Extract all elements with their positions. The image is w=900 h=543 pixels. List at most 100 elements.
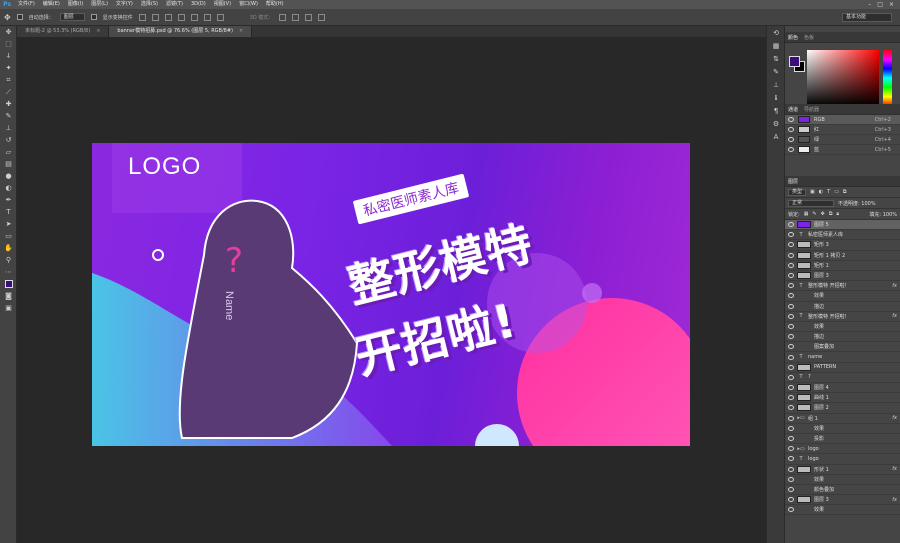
brush-tool-icon[interactable]: ✎ xyxy=(0,110,17,122)
paragraph-icon[interactable]: ¶ xyxy=(767,104,785,117)
layer-row[interactable]: 效果 xyxy=(785,505,900,516)
3d-slide-icon[interactable] xyxy=(305,13,313,21)
show-transform-checkbox[interactable] xyxy=(90,14,97,20)
menu-3d[interactable]: 3D(D) xyxy=(187,0,210,9)
distribute-icon[interactable] xyxy=(216,13,224,21)
eye-icon[interactable] xyxy=(788,334,794,340)
layer-row[interactable]: T 私密医师素人库 xyxy=(785,230,900,241)
eye-icon[interactable] xyxy=(788,222,794,228)
layer-row[interactable]: T? xyxy=(785,373,900,383)
align-center-icon[interactable] xyxy=(190,13,198,21)
menu-edit[interactable]: 编辑(E) xyxy=(39,0,64,9)
eye-icon[interactable] xyxy=(788,374,794,380)
eye-icon[interactable] xyxy=(788,364,794,370)
layer-row[interactable]: 效果 xyxy=(785,291,900,302)
layer-row[interactable]: 矩形 1 xyxy=(785,261,900,271)
menu-filter[interactable]: 滤镜(T) xyxy=(162,0,187,9)
layer-row[interactable]: 图层 4 xyxy=(785,383,900,394)
menu-window[interactable]: 窗口(W) xyxy=(235,0,262,9)
lock-artboard-icon[interactable]: ⧉ xyxy=(829,211,833,217)
eye-icon[interactable] xyxy=(788,273,794,279)
tab-untitled[interactable]: 未标题-2 @ 53.3% (RGB/8) × xyxy=(17,26,110,37)
eye-icon[interactable] xyxy=(788,486,794,492)
align-right-icon[interactable] xyxy=(203,13,211,21)
eye-icon[interactable] xyxy=(788,137,794,142)
eye-icon[interactable] xyxy=(788,303,794,309)
fx-icon[interactable]: fx xyxy=(892,415,897,421)
properties-icon[interactable]: ▦ xyxy=(767,39,785,52)
close-icon[interactable]: × xyxy=(239,28,243,34)
adjust-icon[interactable]: ⇅ xyxy=(767,52,785,65)
layer-row[interactable]: 投影 xyxy=(785,434,900,445)
clone-source-icon[interactable]: ⊥ xyxy=(767,78,785,91)
auto-select-checkbox[interactable] xyxy=(16,14,23,20)
layer-row[interactable]: 图层 3 fx xyxy=(785,495,900,506)
layer-row[interactable]: 效果 xyxy=(785,322,900,333)
eye-icon[interactable] xyxy=(788,507,794,513)
lock-all-icon[interactable]: 🔒︎ xyxy=(836,211,839,217)
dodge-tool-icon[interactable]: ◐ xyxy=(0,182,17,194)
layer-row[interactable]: Tname xyxy=(785,352,900,363)
tab-swatches[interactable]: 色板 xyxy=(804,34,814,41)
layer-row[interactable]: PATTERN xyxy=(785,363,900,373)
filter-pixel-icon[interactable]: ▣ xyxy=(810,189,815,195)
workspace-select[interactable]: 基本功能 xyxy=(842,12,892,22)
menu-image[interactable]: 图像(I) xyxy=(64,0,87,9)
folder-icon[interactable]: ▸▭ xyxy=(797,446,805,452)
zoom-tool-icon[interactable]: ⚲ xyxy=(0,254,17,266)
fx-icon[interactable]: fx xyxy=(892,497,897,503)
layer-row[interactable]: 矩形 1 拷贝 2 xyxy=(785,251,900,261)
3d-rotate-icon[interactable] xyxy=(279,13,287,21)
eye-icon[interactable] xyxy=(788,497,794,503)
layer-row[interactable]: 图层 2 xyxy=(785,403,900,414)
eye-icon[interactable] xyxy=(788,415,794,421)
channel-row[interactable]: 绿 Ctrl+4 xyxy=(785,135,900,145)
menu-file[interactable]: 文件(F) xyxy=(14,0,39,9)
fill-field[interactable]: 填充: 100% xyxy=(869,211,897,218)
eye-icon[interactable] xyxy=(788,405,794,411)
3d-scale-icon[interactable] xyxy=(318,13,326,21)
info-icon[interactable]: ℹ xyxy=(767,91,785,104)
channel-row[interactable]: 红 Ctrl+3 xyxy=(785,125,900,135)
menu-help[interactable]: 帮助(H) xyxy=(262,0,288,9)
layer-row[interactable]: 描边 xyxy=(785,332,900,343)
lock-pixels-icon[interactable]: ▦ xyxy=(804,211,809,217)
screen-mode-icon[interactable]: ▣ xyxy=(0,302,17,314)
hand-tool-icon[interactable]: ✋ xyxy=(0,242,17,254)
tab-banner[interactable]: banner模特招募.psd @ 76.6% (图层 5, RGB/8#) × xyxy=(109,26,253,37)
fx-icon[interactable]: fx xyxy=(892,283,897,289)
shape-tool-icon[interactable]: ▭ xyxy=(0,230,17,242)
eye-icon[interactable] xyxy=(788,466,794,472)
3d-pan-icon[interactable] xyxy=(292,13,300,21)
align-left-icon[interactable] xyxy=(177,13,185,21)
menu-select[interactable]: 选择(S) xyxy=(137,0,162,9)
history-brush-icon[interactable]: ↺ xyxy=(0,134,17,146)
eye-icon[interactable] xyxy=(788,293,794,299)
filter-shape-icon[interactable]: ▭ xyxy=(834,189,839,195)
eye-icon[interactable] xyxy=(788,127,794,132)
eraser-icon[interactable]: ▱ xyxy=(0,146,17,158)
menu-view[interactable]: 视图(V) xyxy=(210,0,235,9)
eye-icon[interactable] xyxy=(788,117,794,122)
more-tools-icon[interactable]: ⋯ xyxy=(0,266,17,278)
channel-row[interactable]: RGB Ctrl+2 xyxy=(785,115,900,125)
layer-row[interactable]: 描边 xyxy=(785,302,900,312)
eye-icon[interactable] xyxy=(788,425,794,431)
close-icon[interactable]: × xyxy=(889,1,894,8)
layer-row[interactable]: ▸▭ logo xyxy=(785,444,900,455)
clone-stamp-icon[interactable]: ⊥ xyxy=(0,122,17,134)
eye-icon[interactable] xyxy=(788,283,794,289)
menu-layer[interactable]: 图层(L) xyxy=(87,0,112,9)
eye-icon[interactable] xyxy=(788,232,794,238)
type-tool-icon[interactable]: T xyxy=(0,206,17,218)
banner-artwork[interactable]: LOGO ? Name 私密医师素人库 整形模特 开招啦! xyxy=(92,143,690,446)
eyedropper-icon[interactable]: ⟋ xyxy=(0,86,17,98)
eye-icon[interactable] xyxy=(788,252,794,258)
layer-row[interactable]: 图层 5 xyxy=(785,220,900,231)
layer-row[interactable]: 效果 xyxy=(785,424,900,434)
canvas-area[interactable]: LOGO ? Name 私密医师素人库 整形模特 开招啦! xyxy=(17,37,766,543)
auto-select-dropdown[interactable]: 图层 xyxy=(59,13,85,21)
lock-move-icon[interactable]: ✥ xyxy=(821,211,825,217)
eye-icon[interactable] xyxy=(788,323,794,329)
crop-tool-icon[interactable]: ⌗ xyxy=(0,74,17,86)
